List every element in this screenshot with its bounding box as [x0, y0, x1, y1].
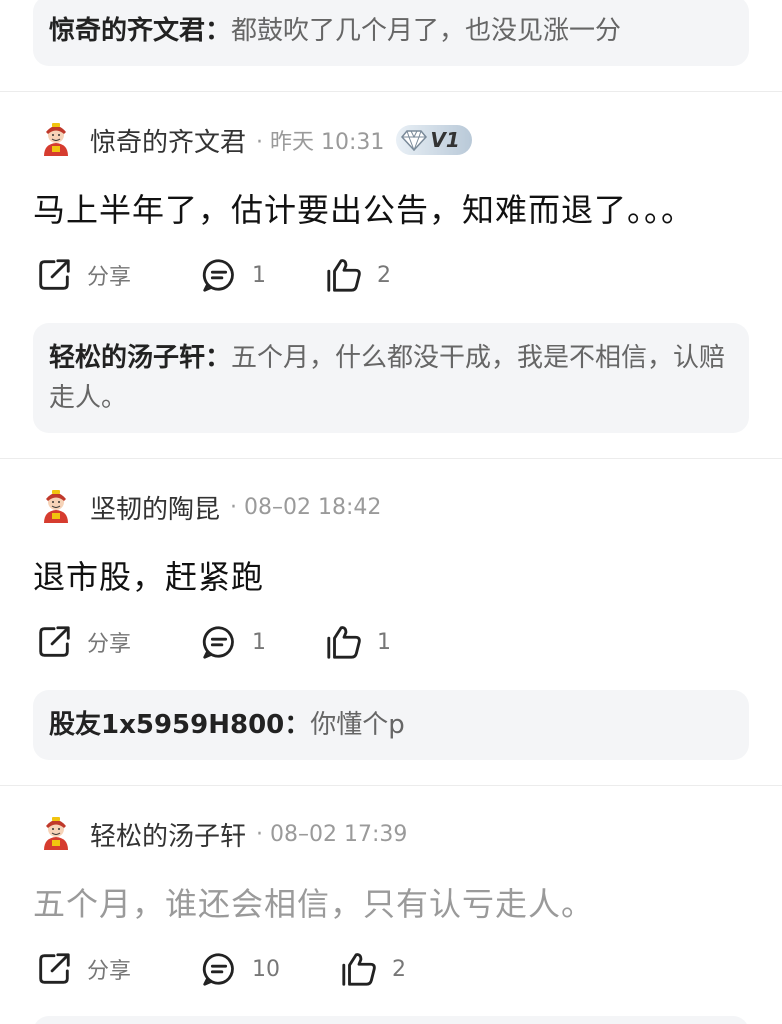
like-icon	[325, 256, 363, 294]
post-header: 坚韧的陶昆 · 08–02 18:42	[38, 487, 381, 527]
post-text[interactable]: 退市股，赶紧跑	[33, 552, 264, 598]
reply-box[interactable]	[33, 1016, 749, 1024]
reply-author[interactable]: 惊奇的齐文君：	[49, 16, 231, 46]
post-actions: 分享 1 2	[35, 255, 755, 295]
avatar-icon[interactable]	[38, 489, 74, 525]
reply-text: 你懂个p	[310, 710, 405, 740]
post-text[interactable]: 五个月，谁还会相信，只有认亏走人。	[33, 879, 594, 925]
like-icon	[325, 623, 363, 661]
like-button[interactable]: 2	[325, 256, 391, 294]
like-button[interactable]: 2	[340, 950, 406, 988]
post-time: · 08–02 17:39	[256, 821, 408, 847]
comment-count: 1	[252, 262, 266, 288]
share-icon	[35, 623, 73, 661]
reply-box[interactable]: 轻松的汤子轩：五个月，什么都没干成，我是不相信，认赔走人。	[33, 323, 749, 433]
username[interactable]: 轻松的汤子轩	[90, 816, 246, 853]
comment-count: 1	[252, 629, 266, 655]
divider	[0, 91, 782, 92]
divider	[0, 785, 782, 786]
post-time: · 昨天 10:31	[256, 130, 385, 155]
badge-label: V1	[430, 128, 460, 152]
level-badge: V1	[396, 125, 472, 155]
post-actions: 分享 1 1	[35, 622, 755, 662]
post-text[interactable]: 马上半年了，估计要出公告，知难而退了。。。	[33, 185, 694, 231]
reply-text: 都鼓吹了几个月了，也没见涨一分	[231, 16, 622, 46]
divider	[0, 458, 782, 459]
share-button[interactable]: 分享	[35, 256, 131, 294]
share-icon	[35, 256, 73, 294]
comment-icon	[200, 256, 238, 294]
reply-author[interactable]: 轻松的汤子轩：	[49, 343, 231, 373]
username[interactable]: 坚韧的陶昆	[90, 489, 220, 526]
post-actions: 分享 10 2	[35, 949, 755, 989]
comment-button[interactable]: 10	[200, 950, 280, 988]
like-icon	[340, 950, 378, 988]
avatar-icon[interactable]	[38, 816, 74, 852]
like-count: 2	[392, 956, 406, 982]
reply-box[interactable]: 惊奇的齐文君：都鼓吹了几个月了，也没见涨一分	[33, 0, 749, 66]
avatar-icon[interactable]	[38, 122, 74, 158]
comment-icon	[200, 623, 238, 661]
share-button[interactable]: 分享	[35, 623, 131, 661]
share-icon	[35, 950, 73, 988]
reply-box[interactable]: 股友1x5959H800：你懂个p	[33, 690, 749, 760]
comment-button[interactable]: 1	[200, 623, 266, 661]
share-label: 分享	[87, 265, 132, 290]
reply-author[interactable]: 股友1x5959H800：	[49, 710, 310, 740]
diamond-icon	[401, 130, 428, 151]
like-button[interactable]: 1	[325, 623, 391, 661]
post-header: 轻松的汤子轩 · 08–02 17:39	[38, 814, 407, 854]
like-count: 1	[377, 629, 391, 655]
share-button[interactable]: 分享	[35, 950, 131, 988]
like-count: 2	[377, 262, 391, 288]
post-header: 惊奇的齐文君 · 昨天 10:31 V1	[38, 120, 472, 160]
share-label: 分享	[87, 632, 132, 657]
comment-icon	[200, 950, 238, 988]
post-time: · 08–02 18:42	[230, 494, 382, 520]
comment-count: 10	[252, 956, 280, 982]
username[interactable]: 惊奇的齐文君	[90, 122, 246, 159]
comment-button[interactable]: 1	[200, 256, 266, 294]
share-label: 分享	[87, 959, 132, 984]
